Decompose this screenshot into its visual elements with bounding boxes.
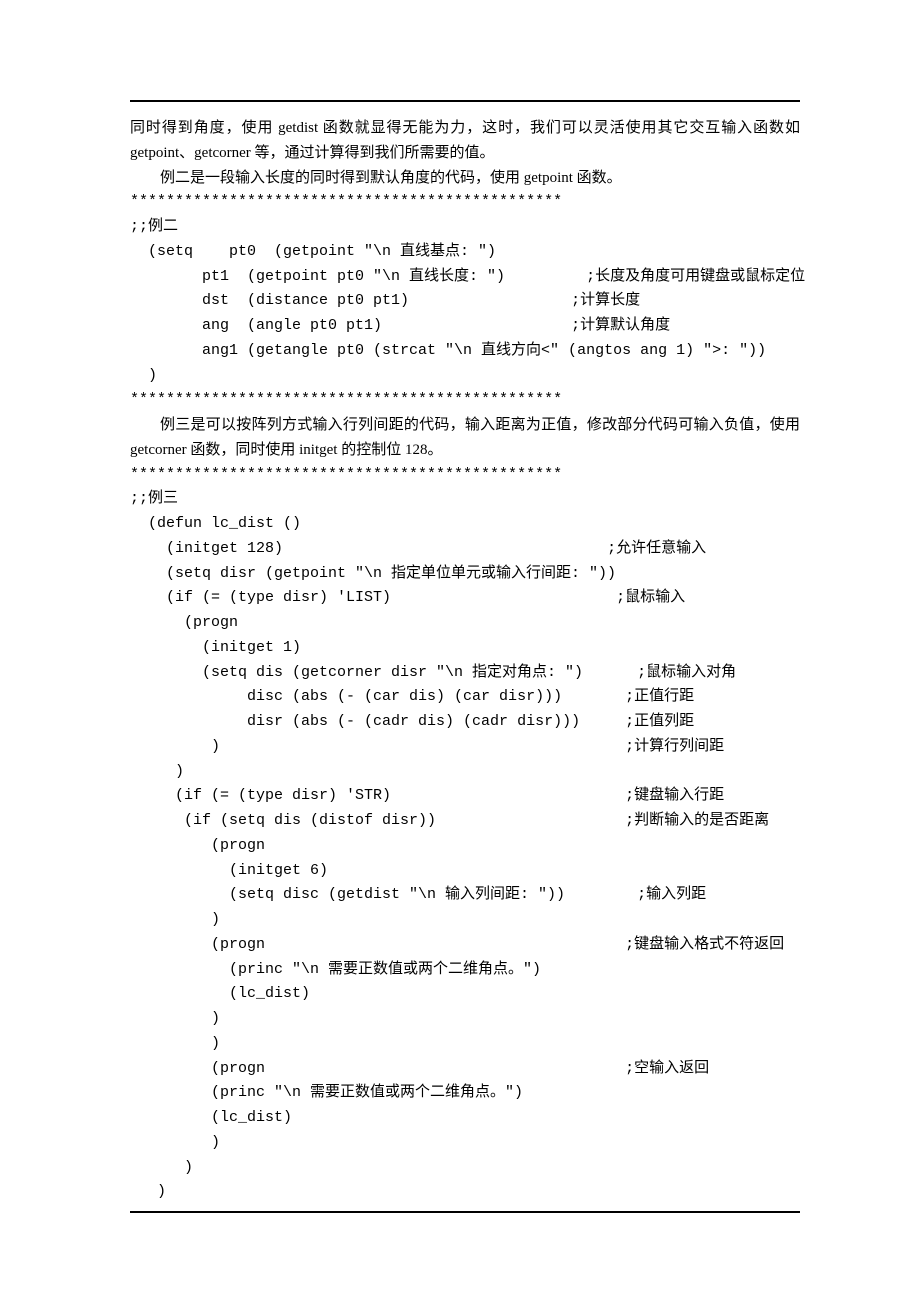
example3-label: ;;例三: [130, 487, 800, 512]
example3-line-18: (progn ;键盘输入格式不符返回: [130, 933, 800, 958]
example3-line-9: disr (abs (- (cadr dis) (cadr disr))) ;正…: [130, 710, 800, 735]
example3-line-13: (if (setq dis (distof disr)) ;判断输入的是否距离: [130, 809, 800, 834]
example3-line-21: ): [130, 1007, 800, 1032]
example3-line-1: (defun lc_dist (): [130, 512, 800, 537]
example3-line-4: (if (= (type disr) 'LIST) ;鼠标输入: [130, 586, 800, 611]
example2-line-5: ang1 (getangle pt0 (strcat "\n 直线方向<" (a…: [130, 339, 800, 364]
example2-line-2: pt1 (getpoint pt0 "\n 直线长度: ") ;长度及角度可用键…: [130, 265, 800, 290]
example3-line-10: ) ;计算行列间距: [130, 735, 800, 760]
example3-line-25: (lc_dist): [130, 1106, 800, 1131]
example3-line-3: (setq disr (getpoint "\n 指定单位单元或输入行间距: "…: [130, 562, 800, 587]
example3-line-8: disc (abs (- (car dis) (car disr))) ;正值行…: [130, 685, 800, 710]
example3-line-11: ): [130, 760, 800, 785]
example3-line-27: ): [130, 1156, 800, 1181]
example2-label: ;;例二: [130, 215, 800, 240]
example3-line-24: (princ "\n 需要正数值或两个二维角点。"): [130, 1081, 800, 1106]
example3-line-2: (initget 128) ;允许任意输入: [130, 537, 800, 562]
example3-line-7: (setq dis (getcorner disr "\n 指定对角点: ") …: [130, 661, 800, 686]
separator-3: ****************************************…: [130, 463, 800, 488]
example3-line-26: ): [130, 1131, 800, 1156]
example3-line-23: (progn ;空输入返回: [130, 1057, 800, 1082]
separator-1: ****************************************…: [130, 190, 800, 215]
page: 同时得到角度，使用 getdist 函数就显得无能为力，这时，我们可以灵活使用其…: [0, 0, 920, 1243]
paragraph-1: 同时得到角度，使用 getdist 函数就显得无能为力，这时，我们可以灵活使用其…: [130, 116, 800, 166]
example3-line-22: ): [130, 1032, 800, 1057]
example3-line-28: ): [130, 1180, 800, 1205]
example3-line-19: (princ "\n 需要正数值或两个二维角点。"): [130, 958, 800, 983]
example3-line-5: (progn: [130, 611, 800, 636]
example2-line-4: ang (angle pt0 pt1) ;计算默认角度: [130, 314, 800, 339]
paragraph-3: 例三是可以按阵列方式输入行列间距的代码，输入距离为正值，修改部分代码可输入负值，…: [130, 413, 800, 463]
example3-line-15: (initget 6): [130, 859, 800, 884]
example3-line-20: (lc_dist): [130, 982, 800, 1007]
example3-line-16: (setq disc (getdist "\n 输入列间距: ")) ;输入列距: [130, 883, 800, 908]
example3-line-17: ): [130, 908, 800, 933]
bottom-horizontal-rule: [130, 1211, 800, 1213]
example3-line-6: (initget 1): [130, 636, 800, 661]
separator-2: ****************************************…: [130, 388, 800, 413]
example3-line-14: (progn: [130, 834, 800, 859]
top-horizontal-rule: [130, 100, 800, 102]
paragraph-2: 例二是一段输入长度的同时得到默认角度的代码，使用 getpoint 函数。: [130, 166, 800, 191]
example2-line-6: ): [130, 364, 800, 389]
example2-line-1: (setq pt0 (getpoint "\n 直线基点: "): [130, 240, 800, 265]
example3-line-12: (if (= (type disr) 'STR) ;键盘输入行距: [130, 784, 800, 809]
example2-line-3: dst (distance pt0 pt1) ;计算长度: [130, 289, 800, 314]
